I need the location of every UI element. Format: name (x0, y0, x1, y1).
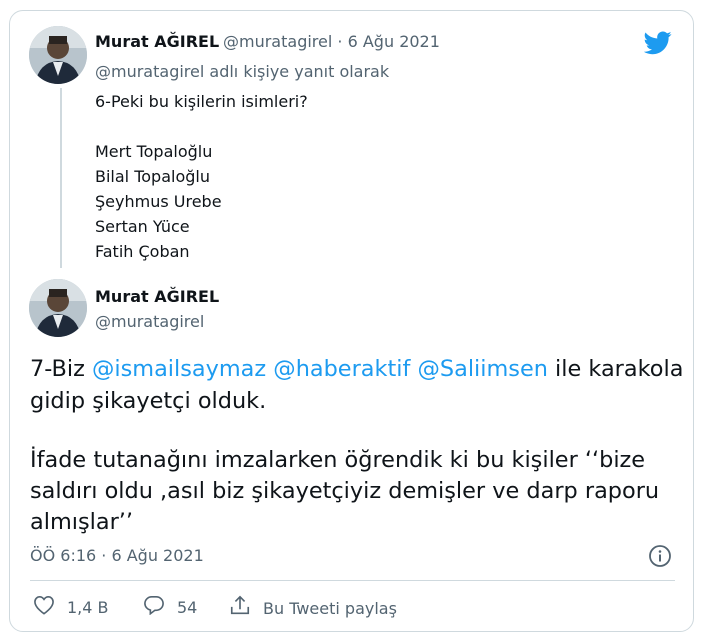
main-author-handle[interactable]: @muratagirel (95, 312, 204, 331)
reply-icon (143, 595, 177, 619)
tweet-text-line: 7-Biz @ismailsaymaz @haberaktif @Saliims… (30, 356, 683, 382)
tweet-timestamp[interactable]: ÖÖ 6:16 · 6 Ağu 2021 (30, 546, 204, 565)
parent-text-line: 6-Peki bu kişilerin isimleri? (95, 92, 308, 111)
parent-text-line: Bilal Topaloğlu (95, 167, 210, 186)
tweet-text-line: gidip şikayetçi olduk. (30, 388, 267, 414)
like-count: 1,4 B (67, 597, 109, 617)
parent-author-handle[interactable]: @muratagirel (223, 32, 332, 51)
parent-date[interactable]: 6 Ağu 2021 (348, 32, 440, 51)
tweet-text-line: saldırı oldu ,asıl biz şikayetçiyiz demi… (30, 478, 660, 504)
mention-link[interactable]: @Saliimsen (418, 356, 548, 382)
parent-text-line: Sertan Yüce (95, 217, 190, 236)
twitter-bird-icon[interactable] (643, 31, 672, 59)
main-author-avatar[interactable] (29, 279, 87, 337)
main-author-name[interactable]: Murat AĞIREL (95, 287, 219, 306)
reply-button[interactable]: 54 (143, 595, 197, 619)
reply-count: 54 (177, 597, 198, 617)
tweet-text-prefix: 7-Biz (30, 356, 92, 382)
parent-author-avatar[interactable] (29, 26, 87, 84)
action-divider (30, 580, 675, 581)
parent-author-name[interactable]: Murat AĞIREL (95, 32, 219, 51)
share-icon (229, 595, 263, 621)
tweet-text-suffix: ile karakola (547, 356, 684, 382)
tweet-text-line: almışlar’’ (30, 509, 134, 535)
tweet-text-line: İfade tutanağını imzalarken öğrendik ki … (30, 447, 646, 473)
thread-connector-line (60, 88, 62, 268)
parent-text-line: Şeyhmus Urebe (95, 192, 222, 211)
share-button[interactable]: Bu Tweeti paylaş (229, 595, 397, 621)
parent-text-line: Fatih Çoban (95, 242, 190, 261)
like-button[interactable]: 1,4 B (33, 595, 109, 619)
parent-meta: @muratagirel · 6 Ağu 2021 (223, 32, 440, 51)
meta-separator: · (337, 32, 343, 51)
mention-link[interactable]: @haberaktif (273, 356, 410, 382)
heart-icon (33, 595, 67, 619)
mention-link[interactable]: @ismailsaymaz (92, 356, 266, 382)
reply-context[interactable]: @muratagirel adlı kişiye yanıt olarak (95, 62, 389, 81)
share-label: Bu Tweeti paylaş (263, 598, 397, 618)
info-icon[interactable] (648, 544, 672, 572)
parent-text-line: Mert Topaloğlu (95, 142, 213, 161)
